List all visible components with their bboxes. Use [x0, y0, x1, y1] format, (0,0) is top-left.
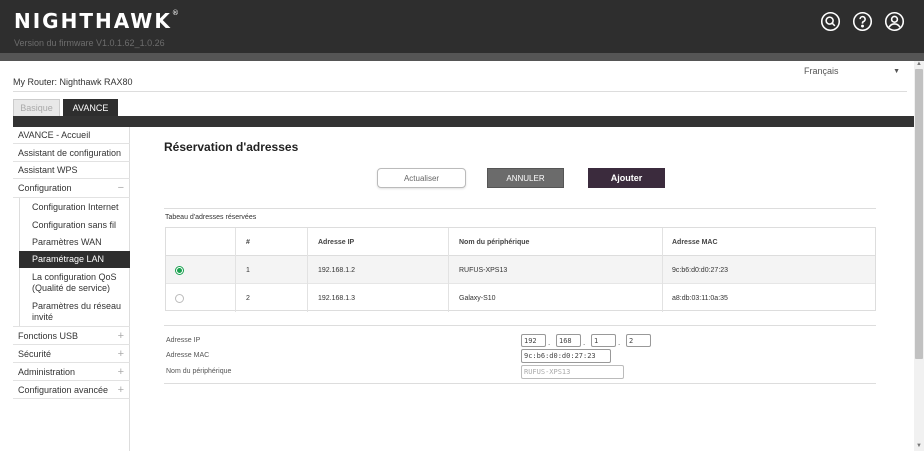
ip-separator: .	[548, 338, 551, 347]
radio-selected[interactable]	[175, 265, 184, 275]
scroll-up-icon[interactable]: ▲	[915, 61, 923, 68]
router-name: My Router: Nighthawk RAX80	[13, 77, 133, 87]
row-mac: a8:db:03:11:0a:35	[672, 294, 728, 302]
device-name-input[interactable]: RUFUS-XPS13	[521, 365, 624, 379]
sidebar-item-setup-wizard[interactable]: Assistant de configuration	[13, 144, 130, 162]
scroll-thumb[interactable]	[915, 69, 923, 359]
tab-basic[interactable]: Basique	[13, 99, 60, 116]
mac-input[interactable]: 9c:b6:d0:d0:27:23	[521, 349, 611, 363]
firmware-version: Version du firmware V1.0.1.62_1.0.26	[14, 38, 165, 48]
search-icon[interactable]	[820, 11, 841, 32]
scroll-down-icon[interactable]: ▼	[915, 443, 923, 450]
form-divider-top	[164, 325, 876, 326]
expand-icon[interactable]: +	[118, 330, 124, 342]
page-scrollbar[interactable]: ▲ ▼	[914, 61, 924, 451]
table-row[interactable]: 2 192.168.1.3 Galaxy-S10 a8:db:03:11:0a:…	[166, 284, 875, 312]
sidebar-item-configuration[interactable]: Configuration −	[13, 179, 130, 198]
sidebar-item-qos-setup[interactable]: La configuration QoS (Qualité de service…	[19, 270, 130, 296]
ip-octet-2-input[interactable]: 168	[556, 334, 581, 347]
table-row[interactable]: 1 192.168.1.2 RUFUS-XPS13 9c:b6:d0:d0:27…	[166, 256, 875, 284]
table-header: # Adresse IP Nom du périphérique Adresse…	[166, 228, 875, 256]
user-icon[interactable]	[884, 11, 905, 32]
collapse-icon[interactable]: −	[118, 182, 124, 194]
sidebar-item-usb-functions[interactable]: Fonctions USB +	[13, 327, 130, 345]
sidebar-item-wan-setup[interactable]: Paramètres WAN	[19, 234, 130, 251]
header-strip	[0, 53, 924, 61]
chevron-down-icon: ▼	[893, 68, 900, 75]
sidebar-item-label: Configuration avancée	[18, 384, 109, 395]
refresh-button[interactable]: Actualiser	[377, 168, 466, 188]
sidebar-item-label: AVANCE - Accueil	[18, 130, 91, 140]
sidebar-item-lan-setup[interactable]: Paramétrage LAN	[19, 251, 130, 268]
column-divider	[448, 228, 449, 312]
row-ip: 192.168.1.3	[318, 294, 355, 302]
sidebar-item-administration[interactable]: Administration +	[13, 363, 130, 381]
language-selected: Français	[804, 66, 839, 76]
help-icon[interactable]	[852, 11, 873, 32]
sidebar: AVANCE - Accueil Assistant de configurat…	[13, 127, 130, 451]
mac-label: Adresse MAC	[166, 352, 210, 359]
tab-advanced[interactable]: AVANCE	[63, 99, 118, 116]
table-title: Tabeau d'adresses réservées	[165, 214, 257, 221]
sidebar-item-label: Assistant WPS	[18, 165, 78, 175]
sidebar-item-advanced-setup[interactable]: Configuration avancée +	[13, 381, 130, 399]
cancel-button[interactable]: ANNULER	[487, 168, 564, 188]
row-device-name: RUFUS-XPS13	[459, 266, 508, 274]
sidebar-item-label: Sécurité	[18, 348, 52, 359]
column-header-mac: Adresse MAC	[672, 238, 718, 246]
add-button[interactable]: Ajouter	[588, 168, 665, 188]
row-number: 1	[246, 266, 250, 274]
sidebar-item-advanced-home[interactable]: AVANCE - Accueil	[13, 127, 130, 144]
ip-label: Adresse IP	[166, 337, 201, 344]
column-divider	[307, 228, 308, 312]
language-select[interactable]: Français ▼	[804, 66, 904, 82]
column-header-device-name: Nom du périphérique	[459, 238, 530, 246]
ip-octet-1-input[interactable]: 192	[521, 334, 546, 347]
header-divider	[13, 91, 907, 92]
top-header: NIGHTHAWK® Version du firmware V1.0.1.62…	[0, 0, 924, 53]
tab-bar	[13, 116, 917, 127]
ip-separator: .	[618, 338, 621, 347]
section-divider	[164, 208, 876, 209]
sidebar-item-label: Administration	[18, 366, 76, 377]
sidebar-item-label: Assistant de configuration	[18, 147, 122, 158]
row-ip: 192.168.1.2	[318, 266, 355, 274]
row-radio[interactable]	[175, 256, 184, 284]
sidebar-item-label: Configuration	[18, 183, 72, 193]
column-header-number: #	[246, 238, 250, 246]
ip-separator: .	[583, 338, 586, 347]
sidebar-item-guest-network[interactable]: Paramètres du réseau invité	[19, 299, 130, 325]
column-divider	[662, 228, 663, 312]
reservation-table: # Adresse IP Nom du périphérique Adresse…	[165, 227, 876, 312]
radio-unselected[interactable]	[175, 293, 184, 303]
sidebar-item-internet-setup[interactable]: Configuration Internet	[19, 199, 130, 216]
page-title: Réservation d'adresses	[164, 140, 299, 154]
sidebar-item-label: Fonctions USB	[18, 330, 79, 341]
row-number: 2	[246, 294, 250, 302]
sidebar-item-wireless-setup[interactable]: Configuration sans fil	[19, 216, 130, 234]
brand-logo: NIGHTHAWK®	[14, 9, 181, 33]
sidebar-item-wps-wizard[interactable]: Assistant WPS	[13, 162, 130, 179]
ip-octet-4-input[interactable]: 2	[626, 334, 651, 347]
form-divider-bottom	[164, 383, 876, 384]
column-header-ip: Adresse IP	[318, 238, 355, 246]
expand-icon[interactable]: +	[118, 366, 124, 378]
row-mac: 9c:b6:d0:d0:27:23	[672, 266, 729, 274]
row-device-name: Galaxy-S10	[459, 294, 496, 302]
row-radio[interactable]	[175, 284, 184, 312]
column-divider	[235, 228, 236, 312]
ip-octet-3-input[interactable]: 1	[591, 334, 616, 347]
expand-icon[interactable]: +	[118, 348, 124, 360]
device-name-label: Nom du périphérique	[166, 368, 232, 375]
sidebar-item-security[interactable]: Sécurité +	[13, 345, 130, 363]
expand-icon[interactable]: +	[118, 384, 124, 396]
